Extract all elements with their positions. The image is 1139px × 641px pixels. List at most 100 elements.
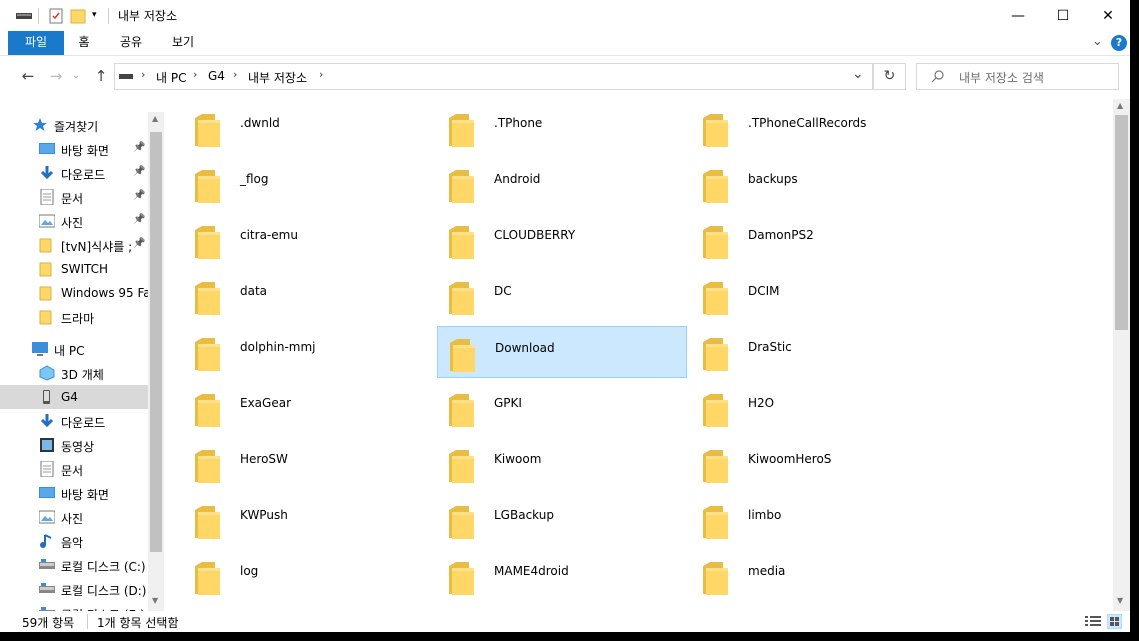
download-icon (40, 414, 54, 428)
breadcrumb-separator[interactable]: › (319, 68, 323, 81)
close-button[interactable]: ✕ (1085, 0, 1130, 31)
scroll-up-icon[interactable]: ▲ (1117, 101, 1123, 110)
folder-item[interactable]: DC (437, 270, 687, 322)
nav-this-pc[interactable]: 내 PC (0, 337, 148, 361)
nav-item-quick[interactable]: Windows 95 Fal (0, 281, 148, 305)
document-icon (40, 461, 54, 477)
breadcrumb-g4[interactable]: G4 (208, 69, 225, 83)
folder-item[interactable]: .TPhone (437, 102, 687, 154)
folder-item[interactable]: GPKI (437, 382, 687, 434)
pictures-icon (39, 510, 55, 524)
scroll-up-icon[interactable]: ▲ (152, 114, 158, 123)
nav-item-quick[interactable]: SWITCH (0, 257, 148, 281)
separator (108, 8, 109, 24)
folder-item[interactable]: KWPush (183, 494, 433, 546)
up-arrow-icon[interactable]: ↑ (90, 66, 112, 86)
nav-item-label: 다운로드 (61, 416, 106, 430)
folder-item[interactable]: CLOUDBERRY (437, 214, 687, 266)
nav-item-this-pc[interactable]: 로컬 디스크 (E:) (0, 601, 148, 611)
scroll-down-icon[interactable]: ▼ (1117, 596, 1123, 605)
nav-item-this-pc[interactable]: 바탕 화면 (0, 481, 148, 505)
scroll-down-icon[interactable]: ▼ (152, 596, 158, 605)
breadcrumb-separator[interactable]: › (193, 68, 197, 81)
folder-item[interactable]: .TPhoneCallRecords (691, 102, 941, 154)
refresh-button[interactable]: ↻ (873, 63, 906, 90)
folder-item[interactable]: Kiwoom (437, 438, 687, 490)
folder-item[interactable]: KiwoomHeroS (691, 438, 941, 490)
breadcrumb-this-pc[interactable]: 내 PC (156, 69, 186, 86)
folder-item[interactable]: .dwnld (183, 102, 433, 154)
folder-item[interactable]: limbo (691, 494, 941, 546)
properties-icon[interactable] (48, 8, 64, 24)
folder-icon (195, 506, 220, 539)
nav-item-pinned[interactable]: 바탕 화면 📌 (0, 137, 148, 161)
forward-arrow-icon[interactable]: → (45, 66, 67, 86)
tab-file[interactable]: 파일 (8, 31, 64, 55)
breadcrumb-separator[interactable]: › (141, 68, 145, 81)
drive-icon (39, 559, 55, 569)
nav-item-quick[interactable]: 드라마 (0, 305, 148, 329)
explorer-window: ▾ 내부 저장소 — ☐ ✕ 파일 홈 공유 보기 ⌄ ? ← → ⌄ ↑ › … (0, 0, 1130, 632)
search-box[interactable]: 내부 저장소 검색 (916, 63, 1119, 90)
new-folder-icon[interactable] (70, 8, 86, 24)
folder-item[interactable]: MAME4droid (437, 550, 687, 602)
nav-item-this-pc[interactable]: 다운로드 (0, 409, 148, 433)
folder-item[interactable]: Android (437, 158, 687, 210)
folder-item[interactable]: log (183, 550, 433, 602)
nav-quick-access[interactable]: 즐겨찾기 (0, 113, 148, 137)
address-dropdown-icon[interactable]: ⌄ (852, 66, 864, 82)
details-view-icon[interactable] (1085, 615, 1101, 628)
search-input[interactable]: 내부 저장소 검색 (959, 69, 1044, 86)
folder-icon (703, 506, 728, 539)
nav-item-this-pc[interactable]: 문서 (0, 457, 148, 481)
content-scrollbar[interactable]: ▲ ▼ (1113, 99, 1130, 611)
folder-name: GPKI (494, 396, 522, 410)
breadcrumb-internal-storage[interactable]: 내부 저장소 (248, 69, 307, 86)
nav-item-pinned[interactable]: 문서 📌 (0, 185, 148, 209)
maximize-button[interactable]: ☐ (1040, 0, 1086, 31)
back-arrow-icon[interactable]: ← (17, 66, 39, 86)
nav-scrollbar-thumb[interactable] (150, 132, 162, 552)
nav-item-this-pc[interactable]: 3D 개체 (0, 361, 148, 385)
quick-access-dropdown-icon[interactable]: ▾ (92, 10, 97, 20)
minimize-button[interactable]: — (995, 0, 1041, 31)
folder-item[interactable]: dolphin-mmj (183, 326, 433, 378)
folder-icon (449, 282, 474, 315)
folder-item[interactable]: DamonPS2 (691, 214, 941, 266)
nav-item-this-pc[interactable]: 음악 (0, 529, 148, 553)
folder-item[interactable]: H2O (691, 382, 941, 434)
nav-scrollbar[interactable]: ▲ ▼ (148, 112, 164, 611)
folder-item[interactable]: HeroSW (183, 438, 433, 490)
folder-item[interactable]: Download (437, 326, 687, 378)
folder-item[interactable]: _flog (183, 158, 433, 210)
folder-item[interactable]: citra-emu (183, 214, 433, 266)
folder-item[interactable]: ExaGear (183, 382, 433, 434)
breadcrumb-separator[interactable]: › (233, 68, 237, 81)
tab-home[interactable]: 홈 (70, 31, 98, 55)
address-bar[interactable]: › 내 PC › G4 › 내부 저장소 › ⌄ (114, 63, 873, 90)
tab-share[interactable]: 공유 (112, 31, 150, 55)
window-title: 내부 저장소 (118, 9, 178, 23)
nav-item-this-pc[interactable]: G4 (0, 385, 148, 409)
nav-item-this-pc[interactable]: 로컬 디스크 (D:) (0, 577, 148, 601)
tab-view[interactable]: 보기 (164, 31, 202, 55)
nav-item-this-pc[interactable]: 로컬 디스크 (C:) (0, 553, 148, 577)
folder-item[interactable]: LGBackup (437, 494, 687, 546)
folder-item[interactable]: DCIM (691, 270, 941, 322)
folder-item[interactable]: DraStic (691, 326, 941, 378)
ribbon-expand-icon[interactable]: ⌄ (1092, 34, 1103, 49)
recent-locations-icon[interactable]: ⌄ (69, 66, 83, 86)
help-icon[interactable]: ? (1111, 35, 1127, 51)
folder-item[interactable]: backups (691, 158, 941, 210)
folder-icon (703, 170, 728, 203)
nav-item-pinned[interactable]: 사진 📌 (0, 209, 148, 233)
folder-icon (195, 562, 220, 595)
nav-item-pinned[interactable]: [tvN]식샤를 ; 📌 (0, 233, 148, 257)
content-scrollbar-thumb[interactable] (1115, 115, 1128, 330)
nav-item-this-pc[interactable]: 동영상 (0, 433, 148, 457)
folder-item[interactable]: media (691, 550, 941, 602)
large-icons-view-icon[interactable] (1107, 614, 1122, 629)
nav-item-this-pc[interactable]: 사진 (0, 505, 148, 529)
nav-item-pinned[interactable]: 다운로드 📌 (0, 161, 148, 185)
folder-item[interactable]: data (183, 270, 433, 322)
